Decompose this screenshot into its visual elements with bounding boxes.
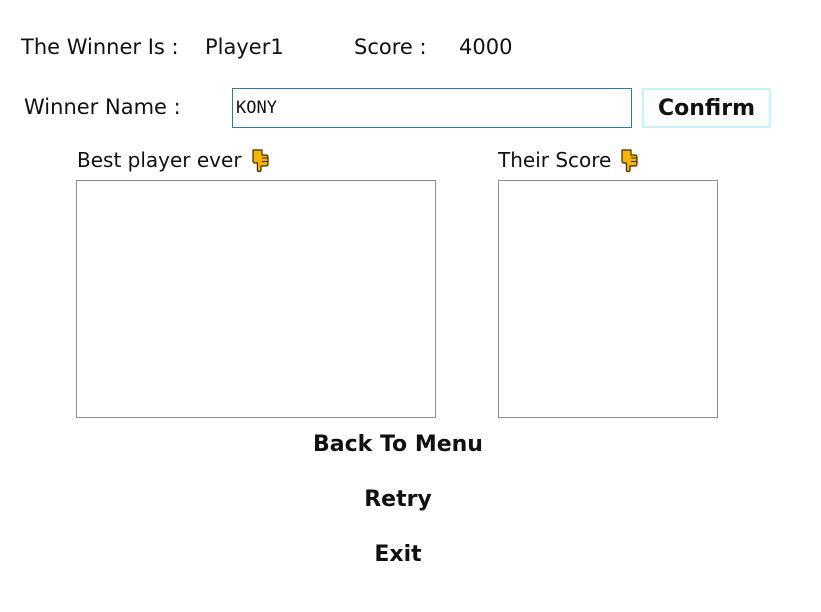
score-value: 4000	[459, 35, 513, 59]
retry-button[interactable]: Retry	[298, 481, 498, 517]
pointing-down-hand-icon	[250, 148, 270, 173]
their-score-header: Their Score	[498, 148, 639, 173]
pointing-down-hand-icon	[619, 148, 639, 173]
winner-value: Player1	[205, 35, 284, 59]
winner-label: The Winner Is :	[21, 35, 179, 59]
best-player-header: Best player ever	[77, 148, 270, 173]
best-player-label: Best player ever	[77, 148, 242, 172]
best-player-list[interactable]	[76, 180, 436, 418]
exit-button[interactable]: Exit	[298, 536, 498, 572]
back-to-menu-button[interactable]: Back To Menu	[298, 426, 498, 462]
game-over-screen: The Winner Is : Player1 Score : 4000 Win…	[0, 0, 821, 612]
winner-name-label: Winner Name :	[24, 95, 181, 119]
their-score-list[interactable]	[498, 180, 718, 418]
their-score-label: Their Score	[498, 148, 612, 172]
confirm-button[interactable]: Confirm	[642, 88, 771, 128]
score-label: Score :	[354, 35, 427, 59]
winner-name-input[interactable]	[232, 88, 632, 128]
